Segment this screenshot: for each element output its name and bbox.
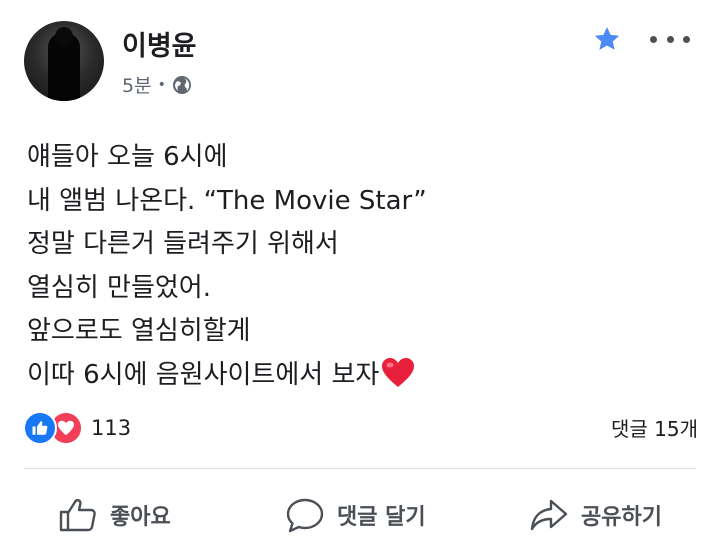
reaction-summary[interactable]: 113 bbox=[23, 411, 131, 445]
author-name[interactable]: 이병윤 bbox=[122, 24, 197, 63]
reaction-count: 113 bbox=[91, 416, 132, 440]
post-line: 내 앨범 나온다. “The Movie Star” bbox=[27, 185, 427, 216]
post-meta: 5분 • bbox=[122, 71, 192, 98]
comment-count[interactable]: 댓글 15개 bbox=[611, 413, 698, 442]
post-body: 얘들아 오늘 6시에 내 앨범 나온다. “The Movie Star” 정말… bbox=[27, 136, 687, 403]
more-dot-icon bbox=[650, 35, 657, 43]
favorite-star-icon[interactable] bbox=[592, 24, 622, 54]
like-label: 좋아요 bbox=[110, 505, 171, 530]
globe-icon bbox=[172, 75, 192, 95]
share-button[interactable]: 공유하기 bbox=[529, 497, 662, 533]
post-last-line: 이따 6시에 음원사이트에서 보자 bbox=[27, 354, 687, 404]
post-line: 정말 다른거 들려주기 위해서 bbox=[27, 229, 339, 259]
speech-bubble-icon bbox=[285, 497, 325, 533]
avatar[interactable] bbox=[24, 21, 104, 101]
red-heart-icon bbox=[381, 357, 415, 404]
more-dot-icon bbox=[683, 35, 690, 43]
more-dot-icon bbox=[666, 35, 674, 43]
share-label: 공유하기 bbox=[581, 505, 662, 530]
avatar-head bbox=[55, 27, 73, 47]
comment-label: 댓글 달기 bbox=[337, 505, 426, 530]
post-line: 이따 6시에 음원사이트에서 보자 bbox=[27, 359, 380, 390]
action-bar: 좋아요 댓글 달기 공유하기 bbox=[0, 469, 720, 560]
like-button[interactable]: 좋아요 bbox=[58, 497, 171, 533]
share-arrow-icon bbox=[529, 497, 569, 533]
post-line: 열심히 만들었어. bbox=[27, 272, 211, 303]
comment-button[interactable]: 댓글 달기 bbox=[285, 497, 426, 533]
meta-separator: • bbox=[157, 76, 166, 93]
post-line: 얘들아 오늘 6시에 bbox=[27, 142, 228, 172]
like-icon bbox=[23, 411, 57, 445]
thumbs-up-icon bbox=[58, 497, 98, 533]
post-time[interactable]: 5분 bbox=[122, 71, 152, 98]
more-options-button[interactable] bbox=[650, 26, 690, 52]
post-line: 앞으로도 열심히할게 bbox=[27, 316, 251, 346]
